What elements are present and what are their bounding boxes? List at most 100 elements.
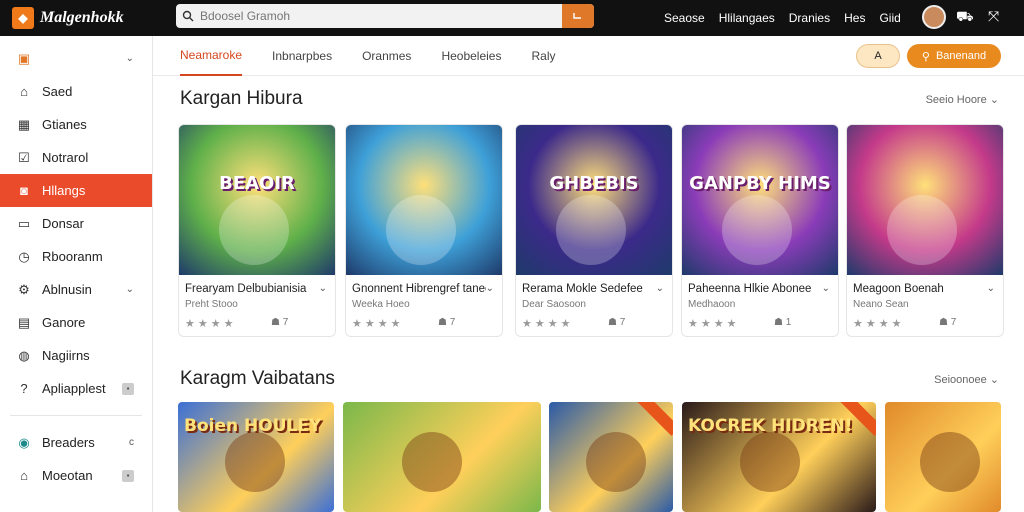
- topnav-link-4[interactable]: Hes: [844, 11, 865, 25]
- sidebar-item-label: Moeotan: [42, 468, 93, 483]
- sidebar-divider: [10, 415, 142, 416]
- sidebar-item-hllangs[interactable]: ◙ Hllangs: [0, 174, 152, 207]
- sidebar-item-rbooranm[interactable]: ◷ Rbooranm: [0, 240, 152, 273]
- character-art: [386, 195, 456, 265]
- topnav-link-3[interactable]: Dranies: [789, 11, 830, 25]
- game-card[interactable]: Boien HOULEY: [178, 402, 334, 512]
- game-thumbnail[interactable]: GANPBY HIMS: [682, 125, 838, 275]
- card-subtitle: Preht Stooo: [185, 299, 238, 310]
- game-card[interactable]: BEAOIR Frearyam Delbubianisia ⌄ Preht St…: [178, 124, 336, 337]
- user-icon: ☗: [608, 317, 617, 328]
- game-card[interactable]: GANPBY HIMS Paheenna Hlkie Abonee ⌄ Medh…: [681, 124, 839, 337]
- section-see-more-link[interactable]: Seeio Hoore ⌄: [926, 93, 999, 106]
- sidebar-item-label: Notrarol: [42, 150, 89, 165]
- sidebar-badge: ▪: [122, 382, 134, 395]
- game-card[interactable]: Gnonnent Hibrengref tanee ⌄ Weeka Hoeo ★…: [345, 124, 503, 337]
- home-icon: ⌂: [20, 84, 28, 99]
- sidebar-item-label: Ablnusin: [42, 282, 92, 297]
- sidebar-item-notrarol[interactable]: ☑ Notrarol: [0, 141, 152, 174]
- sidebar-mark: c: [129, 437, 134, 448]
- user-icon: ☗: [438, 317, 447, 328]
- game-card[interactable]: [343, 402, 541, 512]
- card-title: Frearyam Delbubianisia: [185, 283, 307, 295]
- card-subtitle: Weeka Hoeo: [352, 299, 410, 310]
- topnav-link-2[interactable]: Hlilangaes: [719, 11, 775, 25]
- section-see-more-link[interactable]: Seioonoee ⌄: [934, 373, 999, 386]
- sidebar-item-saed[interactable]: ⌂ Saed: [0, 75, 152, 108]
- character-art: [219, 195, 289, 265]
- sidebar-item-label: Saed: [42, 84, 73, 99]
- sidebar-item-label: Apliapplest: [42, 381, 106, 396]
- topnav-link-1[interactable]: Seaose: [664, 11, 705, 25]
- rating-stars-icon: ★★★★: [688, 318, 740, 330]
- chevron-down-icon[interactable]: ⌄: [987, 283, 995, 294]
- sidebar-item-label: Breaders: [42, 435, 95, 450]
- document-icon: ▭: [17, 215, 31, 231]
- search-input[interactable]: [200, 9, 562, 23]
- game-card[interactable]: GHBEBIS Rerama Mokle Sedefee ⌄ Dear Saos…: [515, 124, 673, 337]
- header-small-button[interactable]: A: [856, 44, 900, 68]
- game-card[interactable]: [885, 402, 1001, 512]
- sidebar-item-ganore[interactable]: ▤ Ganore: [0, 306, 152, 339]
- card-title: Meagoon Boenah: [853, 283, 944, 295]
- game-thumbnail[interactable]: BEAOIR: [179, 125, 335, 275]
- header-primary-button[interactable]: ⚲ Banenand: [907, 44, 1001, 68]
- sidebar-item-breaders[interactable]: ◉ Breaders c: [0, 426, 152, 459]
- card-subtitle: Medhaoon: [688, 299, 736, 310]
- chevron-down-icon[interactable]: ⌄: [486, 283, 494, 294]
- thumbnail-title: GANPBY HIMS: [689, 173, 831, 194]
- card-subtitle: Dear Saosoon: [522, 299, 586, 310]
- sidebar-item-moeotan[interactable]: ⌂ Moeotan ▪: [0, 459, 152, 492]
- tab-heobeleies[interactable]: Heobeleies: [441, 36, 501, 76]
- check-square-icon: ☑: [18, 149, 30, 165]
- submit-icon: [573, 13, 581, 19]
- help-icon: ?: [20, 381, 28, 396]
- clock-icon: ◷: [18, 248, 30, 264]
- top-bar: ◆ Malgenhokk Seaose Hlilangaes Dranies H…: [0, 0, 1024, 36]
- tab-neamaroke[interactable]: Neamaroke: [180, 36, 243, 76]
- game-thumbnail[interactable]: [847, 125, 1003, 275]
- sidebar-item-ablnusin[interactable]: ⚙ Ablnusin ⌄: [0, 273, 152, 306]
- topnav-link-5[interactable]: Giid: [879, 11, 900, 25]
- tab-raly[interactable]: Raly: [531, 36, 555, 76]
- game-thumbnail[interactable]: [346, 125, 502, 275]
- search-icon: [176, 4, 200, 28]
- chevron-down-icon[interactable]: ⌄: [822, 283, 830, 294]
- game-card[interactable]: Meagoon Boenah ⌄ Neano Sean ★★★★ ☗ 7: [846, 124, 1004, 337]
- chevron-down-icon[interactable]: ⌄: [656, 283, 664, 294]
- sidebar-item-box[interactable]: ▣ ⌄: [0, 42, 152, 75]
- search-submit-button[interactable]: [562, 4, 594, 28]
- search-bar: [176, 4, 594, 28]
- user-icon: ☗: [271, 317, 280, 328]
- character-art: [224, 432, 285, 492]
- game-card[interactable]: [549, 402, 673, 512]
- chevron-down-icon: ⌄: [989, 94, 999, 106]
- chevron-down-icon: ⌄: [125, 53, 134, 64]
- user-avatar[interactable]: [922, 5, 946, 29]
- main-content: Neamaroke Inbnarpbes Oranmes Heobeleies …: [153, 36, 1024, 512]
- chevron-down-icon[interactable]: ⌄: [319, 283, 327, 294]
- chevron-down-icon: ⌄: [989, 374, 999, 386]
- character-art: [556, 195, 626, 265]
- settings-icon: ⚙: [18, 281, 30, 297]
- sidebar-item-nagiirns[interactable]: ◍ Nagiirns: [0, 339, 152, 372]
- search-icon: ⚲: [921, 50, 930, 63]
- app-logo[interactable]: ◆ Malgenhokk: [0, 7, 170, 29]
- game-thumbnail[interactable]: GHBEBIS: [516, 125, 672, 275]
- sidebar-item-donsar[interactable]: ▭ Donsar: [0, 207, 152, 240]
- camera-icon: ◙: [20, 183, 28, 198]
- section-title: Kargan Hibura: [180, 88, 303, 109]
- character-art: [919, 432, 980, 492]
- sidebar-item-apliapplest[interactable]: ? Apliapplest ▪: [0, 372, 152, 405]
- tab-oranmes[interactable]: Oranmes: [362, 36, 411, 76]
- logo-box-icon: ◆: [12, 7, 34, 29]
- expand-icon[interactable]: ⤧: [988, 8, 999, 25]
- game-card[interactable]: KOCREK HIDREN!: [682, 402, 876, 512]
- character-art: [586, 432, 647, 492]
- new-ribbon: [636, 402, 673, 436]
- gift-icon[interactable]: ⛟: [956, 8, 974, 27]
- tab-inbnarpbes[interactable]: Inbnarpbes: [272, 36, 332, 76]
- sidebar-item-label: Rbooranm: [42, 249, 103, 264]
- sidebar-item-gtianes[interactable]: ▦ Gtianes: [0, 108, 152, 141]
- box-icon: ▣: [17, 50, 31, 66]
